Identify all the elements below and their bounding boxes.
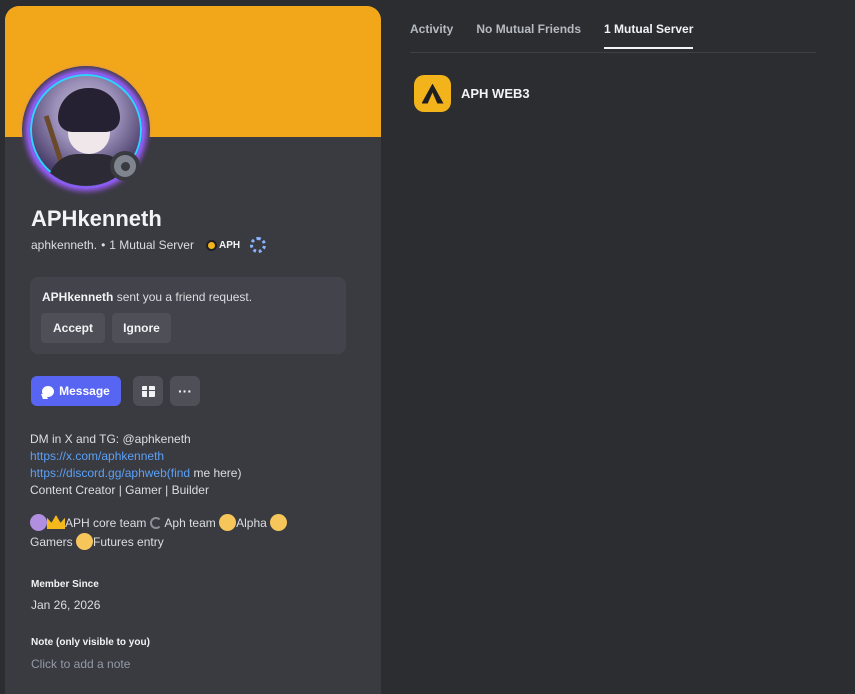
bio: DM in X and TG: @aphkeneth https://x.com…: [30, 431, 241, 499]
accept-button[interactable]: Accept: [41, 313, 105, 343]
role-core-team: APH core team: [65, 516, 147, 530]
list-item[interactable]: APH WEB3: [414, 75, 530, 112]
moon-icon: [149, 517, 162, 529]
gift-icon: [141, 385, 155, 397]
note-input[interactable]: Click to add a note: [31, 657, 130, 671]
message-button-label: Message: [59, 384, 110, 398]
bio-link-discord[interactable]: https://discord.gg/aphweb(find: [30, 466, 190, 480]
offline-status-icon: [114, 155, 136, 177]
profile-subline: aphkenneth. • 1 Mutual Server APH: [31, 237, 267, 253]
role-futures: Futures entry: [93, 535, 164, 549]
friend-request-username: APHkenneth: [42, 290, 114, 304]
role-gamers: Gamers: [30, 535, 77, 549]
more-options-button[interactable]: ···: [170, 376, 200, 406]
friend-request-box: APHkenneth sent you a friend request. Ac…: [30, 277, 346, 354]
yellow-circle-icon: [76, 533, 94, 550]
profile-tabs: Activity No Mutual Friends 1 Mutual Serv…: [410, 22, 694, 49]
server-icon: [414, 75, 451, 112]
bio-link-suffix: me here): [190, 466, 242, 480]
server-tag-icon: [205, 239, 217, 251]
display-name: APHkenneth: [31, 206, 162, 231]
server-tag-badge[interactable]: APH: [205, 239, 241, 251]
tab-mutual-friends[interactable]: No Mutual Friends: [476, 22, 581, 49]
quest-badge-icon[interactable]: [250, 237, 267, 253]
gift-button[interactable]: [133, 376, 163, 406]
mutual-server-count[interactable]: 1 Mutual Server: [109, 238, 194, 252]
crown-icon: [47, 515, 65, 529]
friend-request-message: sent you a friend request.: [116, 290, 253, 304]
purple-circle-icon: [30, 514, 47, 531]
chat-bubble-icon: [42, 385, 55, 397]
status-indicator: [110, 151, 140, 181]
server-name: APH WEB3: [461, 86, 530, 101]
tabs-divider: [410, 52, 816, 53]
member-since-value: Jan 26, 2026: [31, 598, 101, 612]
message-button[interactable]: Message: [31, 376, 121, 406]
role-alpha: Alpha: [236, 516, 271, 530]
yellow-circle-icon: [219, 514, 237, 531]
yellow-circle-icon: [270, 514, 288, 531]
separator-dot: •: [101, 238, 106, 252]
ellipsis-icon: ···: [178, 383, 192, 399]
note-label: Note (only visible to you): [31, 637, 150, 648]
bio-link-x[interactable]: https://x.com/aphkenneth: [30, 449, 164, 463]
username: aphkenneth.: [31, 238, 98, 252]
tab-activity[interactable]: Activity: [410, 22, 453, 49]
tab-mutual-servers[interactable]: 1 Mutual Server: [604, 22, 694, 49]
member-since-label: Member Since: [31, 579, 99, 590]
aph-logo-icon: [421, 83, 444, 104]
ignore-button[interactable]: Ignore: [112, 313, 171, 343]
server-tag-label: APH: [218, 239, 241, 251]
bio-line: Content Creator | Gamer | Builder: [30, 483, 209, 497]
bio-roles: APH core team Aph team Alpha Gamers Futu…: [30, 514, 330, 552]
friend-request-text: APHkenneth sent you a friend request.: [42, 290, 252, 304]
role-aph-team: Aph team: [161, 516, 220, 530]
bio-line: DM in X and TG: @aphkeneth: [30, 432, 191, 446]
